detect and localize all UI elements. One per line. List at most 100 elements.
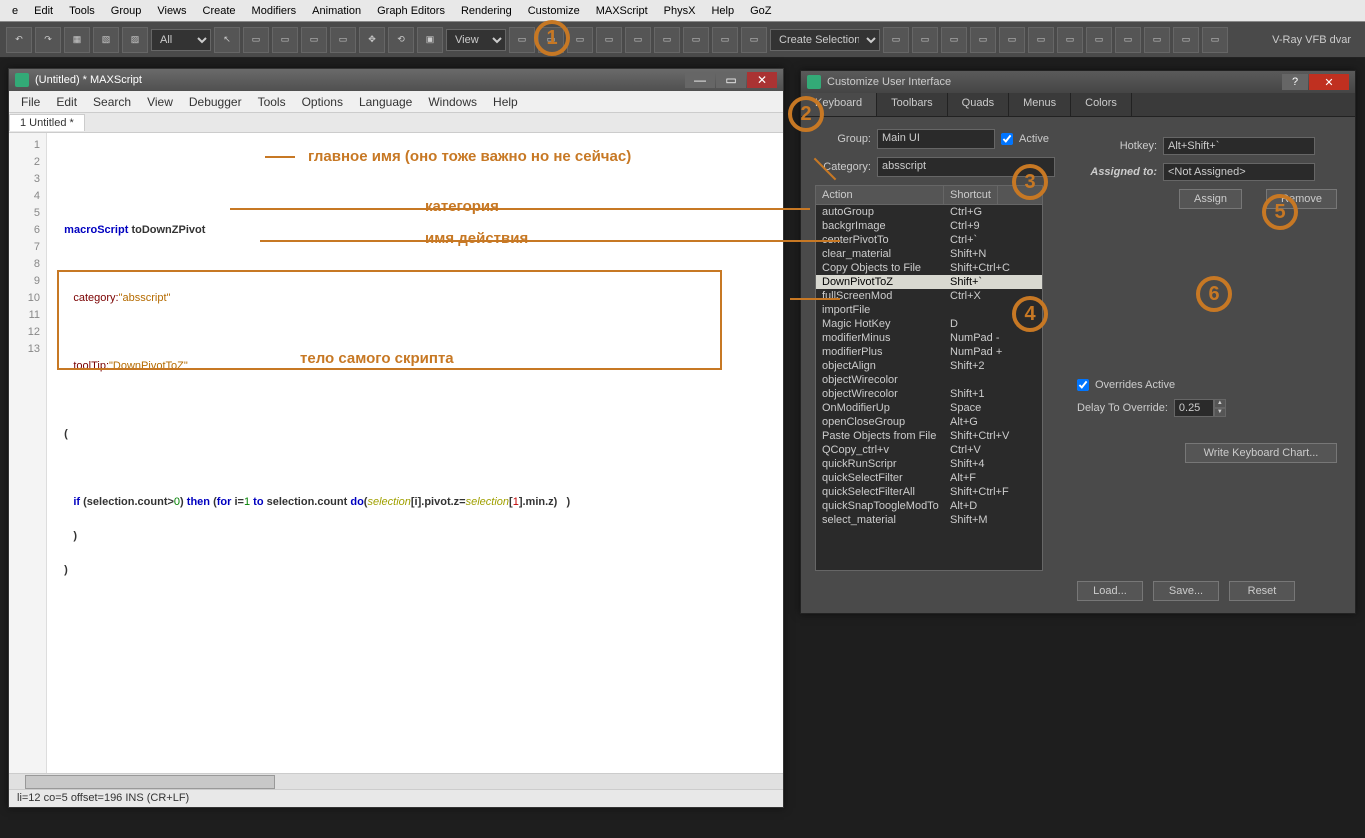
tab-colors[interactable]: Colors: [1071, 93, 1132, 116]
list-row[interactable]: openCloseGroupAlt+G: [816, 415, 1042, 429]
list-row[interactable]: objectWirecolor: [816, 373, 1042, 387]
list-row[interactable]: objectWirecolorShift+1: [816, 387, 1042, 401]
list-row[interactable]: select_materialShift+M: [816, 513, 1042, 527]
list-row[interactable]: Copy Objects to FileShift+Ctrl+C: [816, 261, 1042, 275]
tool-icon[interactable]: ▭: [625, 27, 651, 53]
tool-icon[interactable]: ▭: [330, 27, 356, 53]
script-tab[interactable]: 1 Untitled *: [9, 114, 85, 131]
hotkey-input[interactable]: [1163, 137, 1315, 155]
menu-item[interactable]: Help: [703, 2, 742, 20]
list-row[interactable]: fullScreenModCtrl+X: [816, 289, 1042, 303]
tool-icon[interactable]: ▭: [1202, 27, 1228, 53]
menu-item[interactable]: MAXScript: [588, 2, 656, 20]
menu-item[interactable]: Group: [103, 2, 150, 20]
menu-item[interactable]: Debugger: [181, 93, 250, 111]
script-titlebar[interactable]: (Untitled) * MAXScript — ▭ ✕: [9, 69, 783, 91]
all-dropdown[interactable]: All: [151, 29, 211, 51]
list-row[interactable]: QCopy_ctrl+vCtrl+V: [816, 443, 1042, 457]
list-row[interactable]: Magic HotKeyD: [816, 317, 1042, 331]
code-editor[interactable]: 12345678910111213 macroScript toDownZPiv…: [9, 133, 783, 773]
menu-item[interactable]: Animation: [304, 2, 369, 20]
group-dropdown[interactable]: Main UI: [877, 129, 995, 149]
list-row[interactable]: Paste Objects from FileShift+Ctrl+V: [816, 429, 1042, 443]
list-row[interactable]: modifierPlusNumPad +: [816, 345, 1042, 359]
close-button[interactable]: ✕: [1309, 74, 1349, 90]
tab-menus[interactable]: Menus: [1009, 93, 1071, 116]
tool-icon[interactable]: ▦: [64, 27, 90, 53]
menu-item[interactable]: Rendering: [453, 2, 520, 20]
list-row[interactable]: backgrImageCtrl+9: [816, 219, 1042, 233]
menu-item[interactable]: Graph Editors: [369, 2, 453, 20]
undo-icon[interactable]: ↶: [6, 27, 32, 53]
move-icon[interactable]: ✥: [359, 27, 385, 53]
tool-icon[interactable]: ▭: [654, 27, 680, 53]
list-row[interactable]: quickRunScriprShift+4: [816, 457, 1042, 471]
list-row[interactable]: quickSelectFilterAllShift+Ctrl+F: [816, 485, 1042, 499]
tool-icon[interactable]: ▨: [122, 27, 148, 53]
list-row[interactable]: quickSnapToogleModToAlt+D: [816, 499, 1042, 513]
close-button[interactable]: ✕: [747, 72, 777, 88]
tab-toolbars[interactable]: Toolbars: [877, 93, 948, 116]
write-chart-button[interactable]: Write Keyboard Chart...: [1185, 443, 1337, 463]
redo-icon[interactable]: ↷: [35, 27, 61, 53]
tool-icon[interactable]: ▭: [941, 27, 967, 53]
menu-item[interactable]: Options: [294, 93, 351, 111]
view-dropdown[interactable]: View: [446, 29, 506, 51]
shortcut-header[interactable]: Shortcut: [944, 186, 998, 204]
tab-quads[interactable]: Quads: [948, 93, 1009, 116]
menu-item[interactable]: Views: [149, 2, 194, 20]
tool-icon[interactable]: ▭: [970, 27, 996, 53]
menu-item[interactable]: Edit: [48, 93, 85, 111]
load-button[interactable]: Load...: [1077, 581, 1143, 601]
overrides-checkbox[interactable]: [1077, 379, 1089, 391]
menu-item[interactable]: GoZ: [742, 2, 779, 20]
list-row[interactable]: autoGroupCtrl+G: [816, 205, 1042, 219]
list-row[interactable]: modifierMinusNumPad -: [816, 331, 1042, 345]
tool-icon[interactable]: ▭: [741, 27, 767, 53]
menu-item[interactable]: Create: [195, 2, 244, 20]
tool-icon[interactable]: ▧: [93, 27, 119, 53]
minimize-button[interactable]: —: [685, 72, 715, 88]
rotate-icon[interactable]: ⟲: [388, 27, 414, 53]
menu-item[interactable]: View: [139, 93, 181, 111]
active-checkbox[interactable]: [1001, 133, 1013, 145]
tool-icon[interactable]: ▭: [596, 27, 622, 53]
tool-icon[interactable]: ▭: [1057, 27, 1083, 53]
delay-input[interactable]: [1174, 399, 1214, 417]
spin-up[interactable]: ▲: [1214, 399, 1226, 408]
cursor-icon[interactable]: ↖: [214, 27, 240, 53]
customize-titlebar[interactable]: Customize User Interface ? ✕: [801, 71, 1355, 93]
menu-item[interactable]: Windows: [420, 93, 485, 111]
list-row[interactable]: importFile: [816, 303, 1042, 317]
menu-item[interactable]: Modifiers: [244, 2, 305, 20]
tool-icon[interactable]: ▭: [1115, 27, 1141, 53]
assign-button[interactable]: Assign: [1179, 189, 1242, 209]
menu-item[interactable]: Help: [485, 93, 526, 111]
tool-icon[interactable]: ▭: [912, 27, 938, 53]
spin-down[interactable]: ▼: [1214, 408, 1226, 417]
reset-button[interactable]: Reset: [1229, 581, 1295, 601]
maximize-button[interactable]: ▭: [716, 72, 746, 88]
list-row[interactable]: centerPivotToCtrl+`: [816, 233, 1042, 247]
menu-item[interactable]: Search: [85, 93, 139, 111]
tool-icon[interactable]: ▭: [712, 27, 738, 53]
menu-item[interactable]: Edit: [26, 2, 61, 20]
save-button[interactable]: Save...: [1153, 581, 1219, 601]
tool-icon[interactable]: ▭: [883, 27, 909, 53]
list-row[interactable]: clear_materialShift+N: [816, 247, 1042, 261]
code-content[interactable]: macroScript toDownZPivot category:"abssc…: [47, 133, 783, 773]
tool-icon[interactable]: ▭: [567, 27, 593, 53]
scale-icon[interactable]: ▣: [417, 27, 443, 53]
menu-item[interactable]: Tools: [61, 2, 103, 20]
horizontal-scrollbar[interactable]: [9, 773, 783, 789]
selection-set-dropdown[interactable]: Create Selection Set: [770, 29, 880, 51]
menu-item[interactable]: Language: [351, 93, 420, 111]
tool-icon[interactable]: ▭: [1028, 27, 1054, 53]
tool-icon[interactable]: ▭: [301, 27, 327, 53]
menu-item[interactable]: e: [4, 2, 26, 20]
list-row[interactable]: OnModifierUpSpace: [816, 401, 1042, 415]
list-row[interactable]: DownPivotToZShift+`: [816, 275, 1042, 289]
menu-item[interactable]: PhysX: [656, 2, 704, 20]
action-list[interactable]: Action Shortcut autoGroupCtrl+GbackgrIma…: [815, 185, 1043, 571]
tool-icon[interactable]: ▭: [1144, 27, 1170, 53]
